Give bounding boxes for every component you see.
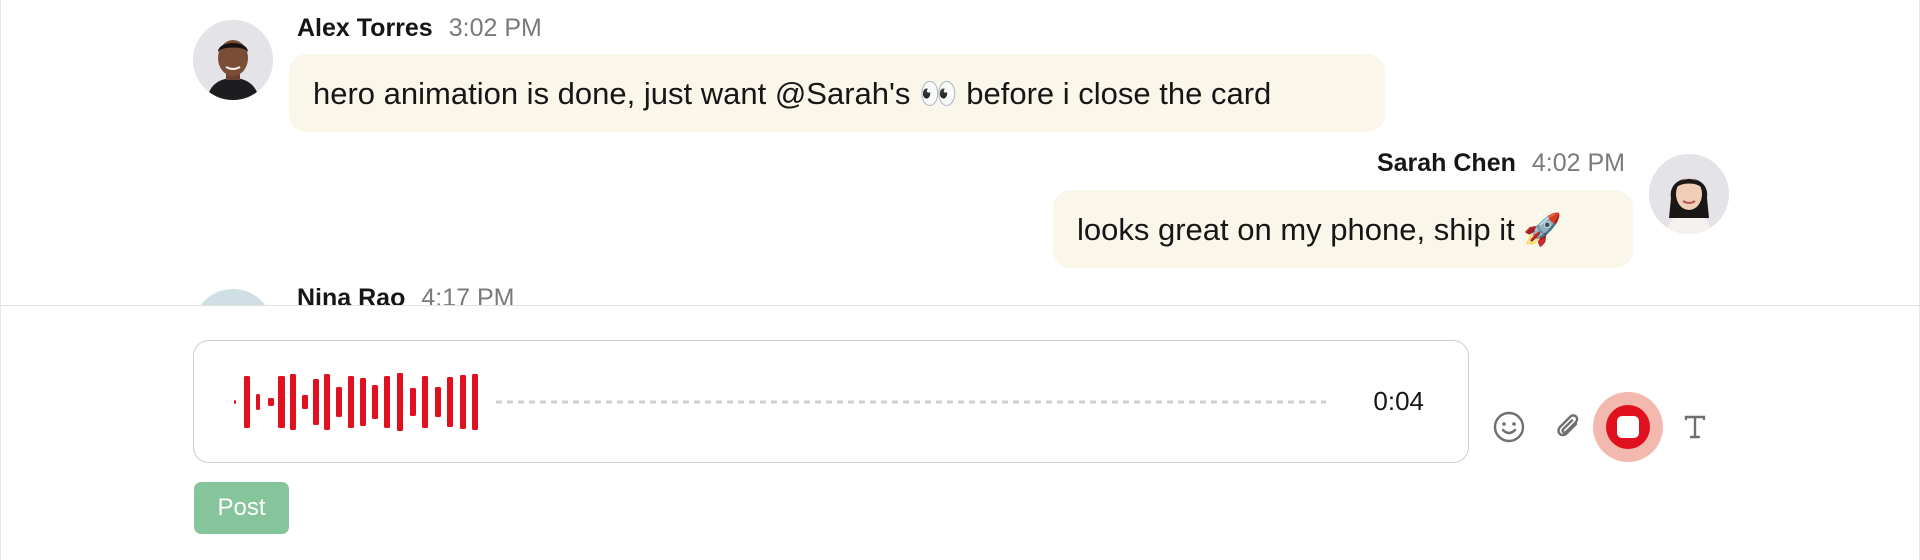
sender-name[interactable]: Sarah Chen xyxy=(1377,149,1516,178)
message-list[interactable]: Alex Torres 3:02 PM hero animation is do… xyxy=(1,0,1920,305)
message-header: Alex Torres 3:02 PM xyxy=(297,14,542,43)
message-bubble: hero animation is done, just want @Sarah… xyxy=(289,54,1385,132)
message-timestamp: 3:02 PM xyxy=(448,14,542,42)
message-timestamp: 4:17 PM xyxy=(421,284,515,305)
waveform-bars xyxy=(234,373,478,431)
waveform-bar xyxy=(422,376,428,428)
waveform-bar xyxy=(360,378,366,426)
post-button[interactable]: Post xyxy=(194,482,289,534)
message-timestamp: 4:02 PM xyxy=(1531,149,1625,177)
recording-timer: 0:04 xyxy=(1373,385,1424,416)
waveform-bar xyxy=(268,398,274,406)
waveform-bar xyxy=(244,376,250,428)
user-avatar-sarah-icon xyxy=(1649,154,1729,234)
waveform-bar xyxy=(397,373,403,431)
avatar-alex-torres[interactable] xyxy=(193,20,273,100)
stop-recording-icon xyxy=(1606,405,1650,449)
waveform-bar xyxy=(435,387,441,417)
voice-recording-composer[interactable]: 0:04 xyxy=(193,340,1469,463)
waveform-bar xyxy=(348,376,354,428)
message-text: looks great on my phone, ship it 🚀 xyxy=(1077,211,1562,247)
paperclip-icon xyxy=(1557,414,1579,437)
waveform-bar xyxy=(290,374,296,430)
waveform-bar xyxy=(460,375,466,429)
sender-name[interactable]: Alex Torres xyxy=(297,14,433,43)
waveform-bar xyxy=(234,400,236,404)
message-header: Sarah Chen 4:02 PM xyxy=(1377,149,1625,178)
waveform-bar xyxy=(372,385,378,419)
waveform-bar xyxy=(313,379,319,425)
emoji-button[interactable] xyxy=(1487,405,1531,449)
waveform-bar xyxy=(384,376,390,428)
attach-file-button[interactable] xyxy=(1547,405,1591,449)
text-format-button[interactable] xyxy=(1673,405,1717,449)
stop-recording-button[interactable] xyxy=(1593,392,1663,462)
waveform-bar xyxy=(278,376,285,428)
message-header: Nina Rao 4:17 PM xyxy=(297,284,514,305)
message-text: hero animation is done, just want @Sarah… xyxy=(313,75,1272,111)
chat-window: Alex Torres 3:02 PM hero animation is do… xyxy=(0,0,1920,560)
waveform-bar xyxy=(447,377,453,427)
message-bubble: looks great on my phone, ship it 🚀 xyxy=(1053,190,1633,268)
user-avatar-alex-icon xyxy=(193,20,273,100)
avatar-sarah-chen[interactable] xyxy=(1649,154,1729,234)
waveform-bar xyxy=(336,387,342,417)
text-format-icon xyxy=(1684,415,1706,439)
audio-waveform xyxy=(234,373,1326,431)
sender-name[interactable]: Nina Rao xyxy=(297,284,405,305)
avatar-nina-rao[interactable] xyxy=(193,289,273,305)
waveform-bar xyxy=(472,374,478,430)
composer-divider xyxy=(1,305,1920,306)
emoji-icon xyxy=(1493,411,1525,443)
user-avatar-nina-icon xyxy=(193,289,273,305)
waveform-bar xyxy=(256,394,260,410)
waveform-bar xyxy=(410,388,416,416)
waveform-bar xyxy=(324,374,330,430)
stop-square xyxy=(1617,416,1639,438)
waveform-bar xyxy=(302,395,308,409)
